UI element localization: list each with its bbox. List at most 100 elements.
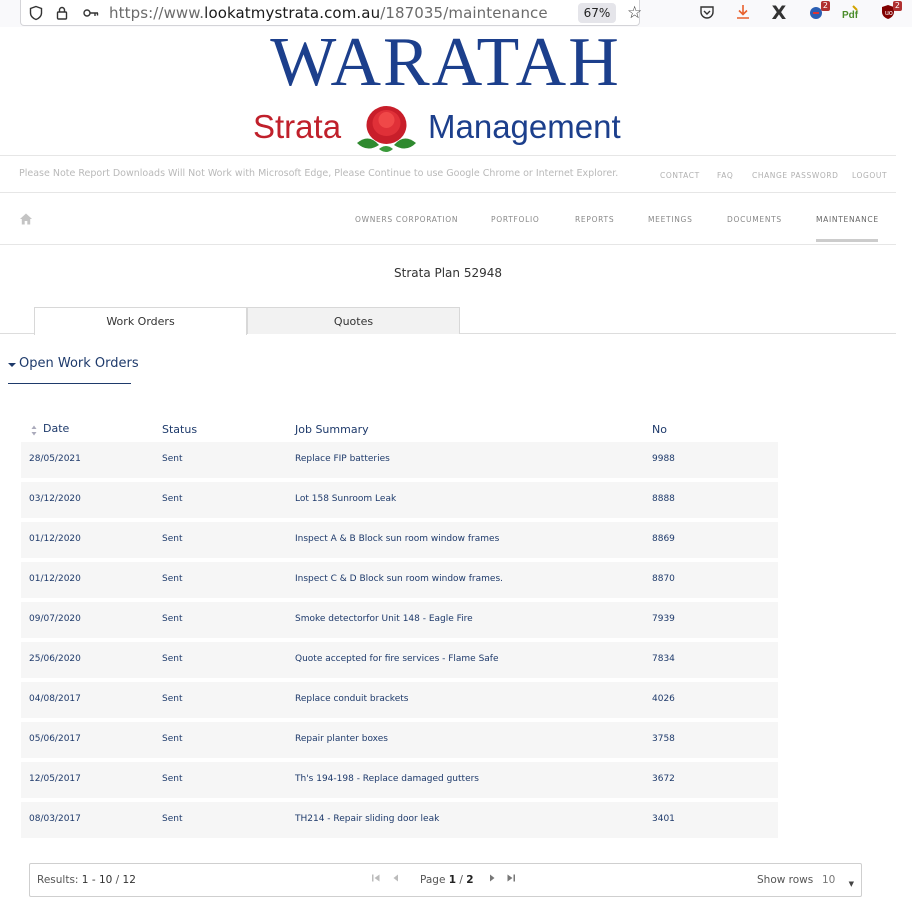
- waratah-logo[interactable]: WARATAH Strata Management: [253, 27, 638, 155]
- cell-job-summary: Replace FIP batteries: [295, 454, 390, 464]
- svg-text:uo: uo: [885, 10, 893, 17]
- page-title: Strata Plan 52948: [394, 266, 502, 280]
- table-row[interactable]: 01/12/2020 Sent Inspect C & D Block sun …: [21, 562, 778, 598]
- table-row[interactable]: 01/12/2020 Sent Inspect A & B Block sun …: [21, 522, 778, 558]
- cell-status: Sent: [162, 494, 183, 504]
- table-row[interactable]: 05/06/2017 Sent Repair planter boxes 375…: [21, 722, 778, 758]
- table-row[interactable]: 03/12/2020 Sent Lot 158 Sunroom Leak 888…: [21, 482, 778, 518]
- url-bar[interactable]: https://www.lookatmystrata.com.au/187035…: [20, 0, 642, 26]
- tab-quotes[interactable]: Quotes: [247, 307, 460, 334]
- shield-icon[interactable]: [28, 5, 44, 21]
- nav-meetings[interactable]: MEETINGS: [648, 215, 693, 224]
- svg-text:Pdf: Pdf: [842, 10, 859, 21]
- contact-link[interactable]: CONTACT: [660, 171, 700, 180]
- cell-no: 7834: [652, 654, 675, 664]
- cell-job-summary: Smoke detectorfor Unit 148 - Eagle Fire: [295, 614, 473, 624]
- last-page-icon[interactable]: [505, 873, 517, 886]
- main-nav: OWNERS CORPORATION PORTFOLIO REPORTS MEE…: [0, 193, 896, 245]
- sort-icon[interactable]: [31, 425, 37, 436]
- table-row[interactable]: 25/06/2020 Sent Quote accepted for fire …: [21, 642, 778, 678]
- home-icon[interactable]: [18, 211, 34, 227]
- pagination-bar: Results: 1 - 10 / 12 Page 1 / 2 Show row…: [29, 863, 862, 897]
- cell-job-summary: Repair planter boxes: [295, 734, 388, 744]
- cell-date: 01/12/2020: [29, 574, 81, 584]
- cell-no: 3401: [652, 814, 675, 824]
- cell-status: Sent: [162, 654, 183, 664]
- notice-bar: Please Note Report Downloads Will Not Wo…: [0, 155, 896, 193]
- page-indicator: Page 1 / 2: [420, 874, 474, 886]
- pocket-icon[interactable]: [697, 3, 717, 23]
- nav-maintenance[interactable]: MAINTENANCE: [816, 215, 879, 224]
- key-icon[interactable]: [82, 5, 99, 21]
- cell-job-summary: Replace conduit brackets: [295, 694, 409, 704]
- url-text[interactable]: https://www.lookatmystrata.com.au/187035…: [109, 4, 548, 22]
- table-row[interactable]: 08/03/2017 Sent TH214 - Repair sliding d…: [21, 802, 778, 838]
- waratah-flower-icon: [357, 106, 416, 152]
- table-row[interactable]: 28/05/2021 Sent Replace FIP batteries 99…: [21, 442, 778, 478]
- cell-job-summary: TH214 - Repair sliding door leak: [295, 814, 440, 824]
- table-row[interactable]: 09/07/2020 Sent Smoke detectorfor Unit 1…: [21, 602, 778, 638]
- cell-status: Sent: [162, 574, 183, 584]
- column-header-date[interactable]: Date: [43, 422, 69, 435]
- logo-management-word: Management: [428, 108, 621, 145]
- zoom-level-badge[interactable]: 67%: [578, 3, 616, 23]
- cell-status: Sent: [162, 734, 183, 744]
- cell-no: 8869: [652, 534, 675, 544]
- bookmark-star-icon[interactable]: ☆: [627, 3, 642, 23]
- cell-job-summary: Lot 158 Sunroom Leak: [295, 494, 397, 504]
- browser-toolbar: https://www.lookatmystrata.com.au/187035…: [0, 0, 912, 27]
- cell-status: Sent: [162, 814, 183, 824]
- show-rows-label: Show rows: [757, 874, 814, 886]
- cell-status: Sent: [162, 534, 183, 544]
- logo-wordmark: WARATAH: [270, 24, 621, 101]
- x-extension-icon[interactable]: X: [769, 3, 789, 23]
- browser-notice: Please Note Report Downloads Will Not Wo…: [19, 168, 619, 179]
- cell-job-summary: Inspect A & B Block sun room window fram…: [295, 534, 500, 544]
- stylus-extension-icon[interactable]: 2: [806, 1, 830, 23]
- cell-date: 08/03/2017: [29, 814, 81, 824]
- cell-no: 8888: [652, 494, 675, 504]
- cell-date: 28/05/2021: [29, 454, 81, 464]
- logout-link[interactable]: LOGOUT: [852, 171, 887, 180]
- rows-per-page-select[interactable]: 10 ▼: [816, 869, 860, 891]
- cell-date: 09/07/2020: [29, 614, 81, 624]
- cell-date: 01/12/2020: [29, 534, 81, 544]
- section-title: Open Work Orders: [19, 356, 139, 371]
- table-row[interactable]: 12/05/2017 Sent Th's 194-198 - Replace d…: [21, 762, 778, 798]
- active-nav-underline: [816, 239, 878, 242]
- cell-job-summary: Th's 194-198 - Replace damaged gutters: [295, 774, 479, 784]
- nav-reports[interactable]: REPORTS: [575, 215, 614, 224]
- nav-portfolio[interactable]: PORTFOLIO: [491, 215, 539, 224]
- open-work-orders-toggle[interactable]: Open Work Orders: [8, 356, 139, 384]
- lock-icon[interactable]: [54, 5, 70, 21]
- prev-page-icon[interactable]: [390, 873, 402, 886]
- pdf-extension-icon[interactable]: Pdf: [841, 3, 861, 23]
- cell-date: 12/05/2017: [29, 774, 81, 784]
- column-header-no[interactable]: No: [652, 423, 667, 436]
- chevron-down-icon: ▼: [848, 880, 854, 888]
- cell-status: Sent: [162, 774, 183, 784]
- change-password-link[interactable]: CHANGE PASSWORD: [752, 171, 839, 180]
- cell-no: 3672: [652, 774, 675, 784]
- cell-no: 4026: [652, 694, 675, 704]
- cell-date: 04/08/2017: [29, 694, 81, 704]
- cell-status: Sent: [162, 694, 183, 704]
- ublock-icon[interactable]: uo 2: [878, 1, 902, 23]
- column-header-job-summary[interactable]: Job Summary: [295, 423, 369, 436]
- column-header-status[interactable]: Status: [162, 423, 197, 436]
- cell-date: 03/12/2020: [29, 494, 81, 504]
- faq-link[interactable]: FAQ: [717, 171, 733, 180]
- cell-date: 25/06/2020: [29, 654, 81, 664]
- tab-work-orders[interactable]: Work Orders: [34, 307, 247, 335]
- cell-no: 9988: [652, 454, 675, 464]
- download-icon[interactable]: [733, 3, 753, 23]
- cell-job-summary: Inspect C & D Block sun room window fram…: [295, 574, 503, 584]
- next-page-icon[interactable]: [486, 873, 498, 886]
- nav-documents[interactable]: DOCUMENTS: [727, 215, 782, 224]
- table-row[interactable]: 04/08/2017 Sent Replace conduit brackets…: [21, 682, 778, 718]
- results-count: Results: 1 - 10 / 12: [37, 874, 136, 886]
- caret-down-icon: [8, 363, 16, 367]
- first-page-icon[interactable]: [370, 873, 382, 886]
- cell-job-summary: Quote accepted for fire services - Flame…: [295, 654, 499, 664]
- nav-owners-corporation[interactable]: OWNERS CORPORATION: [355, 215, 458, 224]
